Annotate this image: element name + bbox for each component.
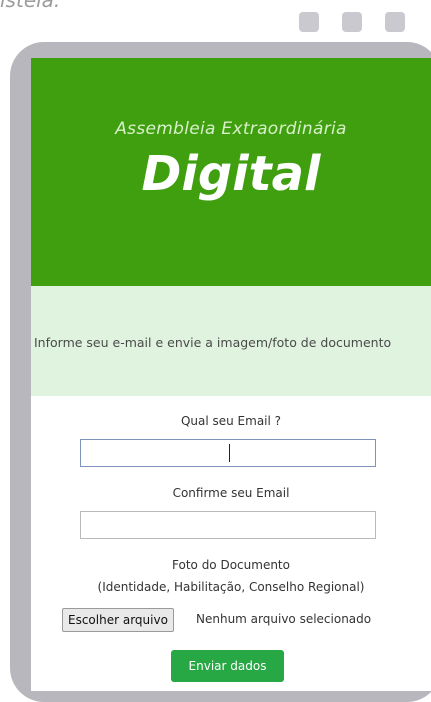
email-label: Qual seu Email ? — [180, 414, 282, 428]
email-input[interactable] — [80, 439, 376, 467]
document-hint: (Identidade, Habilitação, Conselho Regio… — [97, 580, 365, 594]
hero-banner: Assembleia Extraordinária Digital — [31, 58, 431, 286]
window-control-1[interactable] — [299, 12, 319, 32]
header-fragment: isteia. — [0, 0, 61, 12]
hero-title: Digital — [141, 146, 321, 202]
device-screen: Assembleia Extraordinária Digital Inform… — [31, 58, 431, 691]
document-label: Foto do Documento — [172, 558, 290, 572]
page: isteia. Assembleia Extraordinária Digita… — [0, 0, 431, 702]
info-text: Informe seu e-mail e envie a imagem/foto… — [34, 335, 392, 350]
info-band: Informe seu e-mail e envie a imagem/foto… — [31, 286, 431, 396]
submit-button[interactable]: Enviar dados — [171, 650, 284, 682]
choose-file-button[interactable]: Escolher arquivo — [62, 608, 174, 632]
window-control-2[interactable] — [342, 12, 362, 32]
text-cursor — [229, 444, 230, 462]
confirm-email-input[interactable] — [80, 511, 376, 539]
window-controls — [299, 12, 405, 32]
hero-subtitle: Assembleia Extraordinária — [115, 119, 347, 139]
confirm-email-label: Confirme seu Email — [172, 486, 290, 500]
window-control-3[interactable] — [385, 12, 405, 32]
file-status: Nenhum arquivo selecionado — [196, 612, 372, 626]
